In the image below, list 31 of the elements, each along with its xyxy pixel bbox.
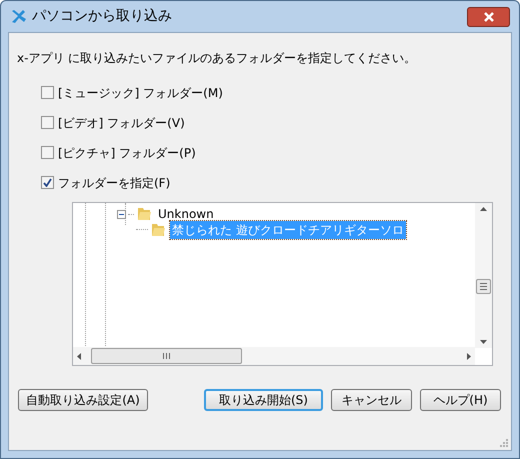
close-icon — [482, 12, 494, 22]
horizontal-scrollbar[interactable] — [73, 347, 475, 365]
checkbox[interactable] — [41, 176, 54, 189]
folder-tree[interactable]: Unknown 禁じられた 遊びクロードチアリギターソロ — [72, 202, 493, 366]
checkbox[interactable] — [41, 116, 54, 129]
scroll-left-icon — [77, 352, 81, 360]
app-logo-icon — [10, 8, 28, 24]
instruction-text: x-アプリ に取り込みたいファイルのあるフォルダーを指定してください。 — [17, 50, 418, 67]
resize-grip-icon[interactable] — [499, 438, 508, 447]
checkbox-label: [ビデオ] フォルダー(V) — [58, 114, 185, 132]
checkbox-label: [ピクチャ] フォルダー(P) — [58, 144, 196, 162]
dialog-button[interactable]: キャンセル — [331, 389, 412, 411]
window-title: パソコンから取り込み — [32, 7, 172, 26]
checkbox-label: [ミュージック] フォルダー(M) — [58, 84, 223, 102]
scroll-thumb[interactable] — [476, 279, 491, 294]
close-button[interactable] — [467, 6, 510, 26]
dialog-button[interactable]: 取り込み開始(S) — [204, 389, 323, 411]
checkbox[interactable] — [41, 86, 54, 99]
scroll-thumb[interactable] — [91, 348, 242, 364]
folder-icon — [150, 222, 166, 238]
tree-item[interactable]: Unknown — [156, 205, 216, 223]
checkbox-label: フォルダーを指定(F) — [58, 174, 170, 192]
scroll-up-icon — [480, 207, 487, 211]
scroll-right-icon — [467, 352, 471, 360]
vertical-scrollbar[interactable] — [475, 203, 492, 348]
scroll-down-icon — [480, 340, 487, 344]
folder-icon — [136, 206, 152, 222]
collapse-icon[interactable] — [117, 210, 126, 218]
checkbox[interactable] — [41, 146, 54, 159]
dialog-button[interactable]: ヘルプ(H) — [420, 389, 501, 411]
dialog-button[interactable]: 自動取り込み設定(A) — [18, 389, 148, 411]
